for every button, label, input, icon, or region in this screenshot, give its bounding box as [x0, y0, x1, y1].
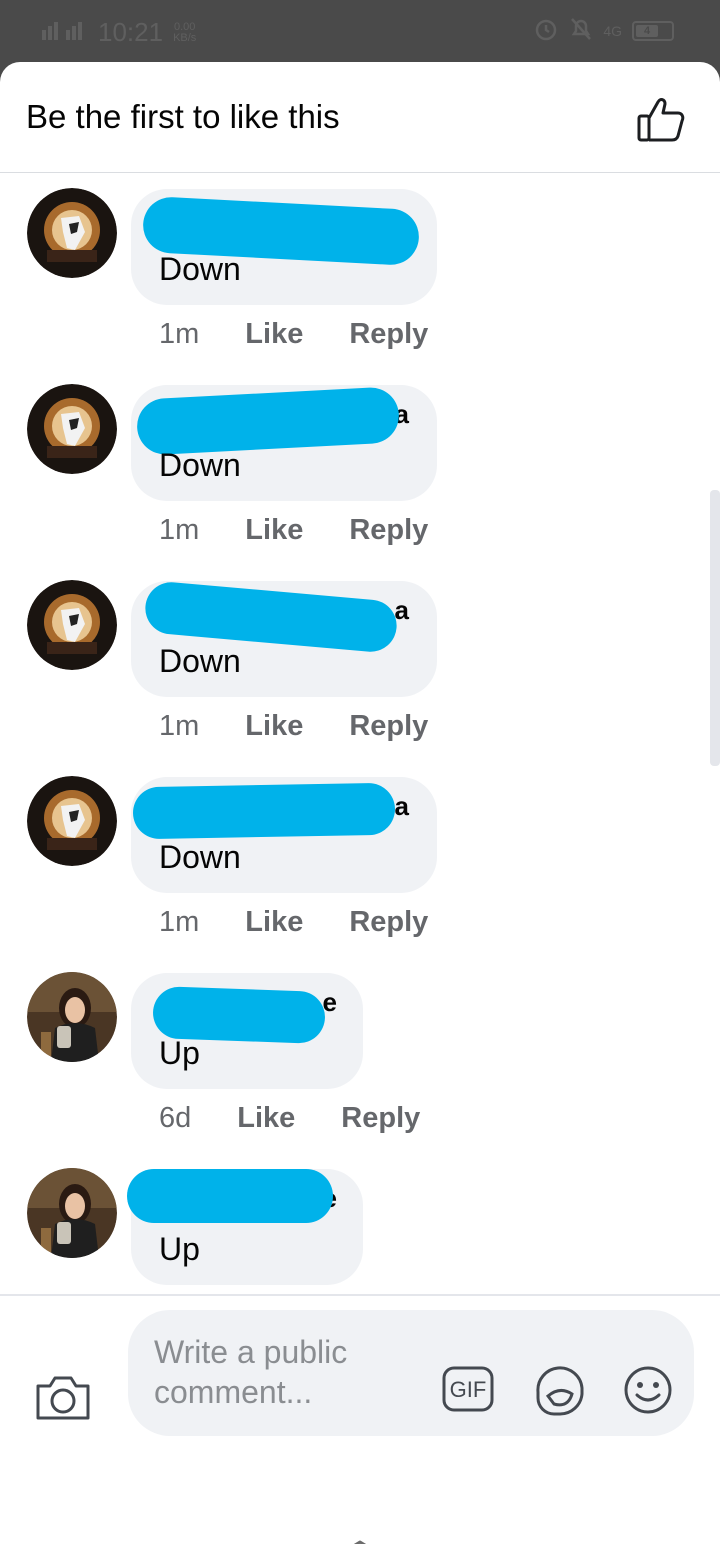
network-speed: 0.00 KB/s — [173, 21, 197, 44]
comment-actions: 1m Like Reply — [159, 318, 428, 351]
comment-time: 1m — [159, 906, 200, 938]
camera-icon[interactable] — [34, 1372, 92, 1422]
sheet-header: Be the first to like this — [0, 62, 720, 173]
system-nav-bar — [0, 1446, 720, 1544]
gif-label: GIF — [450, 1377, 487, 1402]
avatar[interactable] — [27, 580, 117, 670]
like-button[interactable]: Like — [245, 514, 303, 547]
comment-bubble[interactable]: a Down — [131, 777, 437, 893]
comment-time: 1m — [159, 318, 200, 350]
comment-input-placeholder: Write a public comment... — [154, 1334, 348, 1410]
home-icon[interactable] — [330, 1536, 390, 1544]
comment-time: 1m — [159, 710, 200, 742]
comment-text: Down — [159, 251, 241, 287]
comment-composer: Write a public comment... GIF — [0, 1294, 720, 1448]
avatar[interactable] — [27, 188, 117, 278]
like-button[interactable]: Like — [237, 1102, 295, 1135]
network-type: 4G — [603, 22, 622, 39]
redaction-mark — [132, 782, 396, 840]
comment-bubble[interactable]: a Down — [131, 580, 437, 697]
comment-text: Down — [159, 839, 241, 875]
comment-text: Down — [159, 643, 241, 679]
gif-button[interactable]: GIF — [442, 1366, 494, 1412]
battery-level: 4 — [636, 24, 658, 37]
like-button[interactable]: Like — [245, 318, 303, 351]
reply-button[interactable]: Reply — [341, 1102, 420, 1135]
comment-item: e Up — [0, 1152, 720, 1294]
reply-button[interactable]: Reply — [349, 906, 428, 939]
like-button[interactable]: Like — [245, 906, 303, 939]
comment-item: Down 1m Like Reply — [0, 172, 720, 368]
like-button[interactable]: Like — [245, 710, 303, 743]
battery-icon: 4 — [632, 20, 674, 41]
status-time: 10:21 — [98, 17, 164, 47]
back-icon[interactable] — [520, 1536, 580, 1544]
status-bar: 10:21 0.00 KB/s 4G 4 — [0, 0, 720, 64]
comment-item: a Down 1m Like Reply — [0, 564, 720, 760]
redaction-mark — [127, 1169, 333, 1223]
comment-time: 6d — [159, 1102, 192, 1134]
scroll-indicator[interactable] — [710, 490, 720, 766]
avatar[interactable] — [27, 972, 117, 1062]
comment-item: a Down 1m Like Reply — [0, 368, 720, 564]
avatar[interactable] — [27, 1168, 117, 1258]
reply-button[interactable]: Reply — [349, 318, 428, 351]
status-bar-left: 10:21 0.00 KB/s — [40, 16, 196, 49]
comment-list: Down 1m Like Reply a Down 1m Like Reply … — [0, 172, 720, 1294]
avatar[interactable] — [27, 384, 117, 474]
comment-input[interactable]: Write a public comment... GIF — [128, 1310, 694, 1436]
menu-icon[interactable] — [152, 1536, 212, 1544]
network-speed-unit: KB/s — [173, 31, 197, 44]
comment-actions: 6d Like Reply — [159, 1102, 420, 1135]
thumbs-up-icon[interactable] — [636, 94, 686, 144]
comment-time: 1m — [159, 514, 200, 546]
comment-item: a Down 1m Like Reply — [0, 760, 720, 956]
comment-text: Down — [159, 447, 241, 483]
reply-button[interactable]: Reply — [349, 710, 428, 743]
status-bar-right: 4G 4 — [533, 16, 674, 45]
comment-actions: 1m Like Reply — [159, 710, 428, 743]
comment-bubble[interactable]: e Up — [131, 973, 363, 1089]
likes-summary: Be the first to like this — [26, 98, 340, 135]
comment-bubble[interactable]: e Up — [127, 1169, 363, 1285]
comments-sheet: Be the first to like this Down 1m Like R… — [0, 62, 720, 1544]
mute-icon — [569, 16, 593, 45]
reply-button[interactable]: Reply — [349, 514, 428, 547]
comment-item: e Up 6d Like Reply — [0, 956, 720, 1152]
comment-bubble[interactable]: a Down — [131, 385, 437, 501]
sticker-icon[interactable] — [532, 1364, 588, 1420]
comment-text: Up — [159, 1231, 200, 1267]
avatar[interactable] — [27, 776, 117, 866]
signal-icon — [40, 16, 88, 49]
redaction-mark — [135, 386, 401, 456]
alarm-icon — [533, 16, 559, 45]
comment-actions: 1m Like Reply — [159, 906, 428, 939]
emoji-icon[interactable] — [622, 1364, 674, 1416]
comment-text: Up — [159, 1035, 200, 1071]
comment-bubble[interactable]: Down — [131, 189, 437, 305]
comment-actions: 1m Like Reply — [159, 514, 428, 547]
